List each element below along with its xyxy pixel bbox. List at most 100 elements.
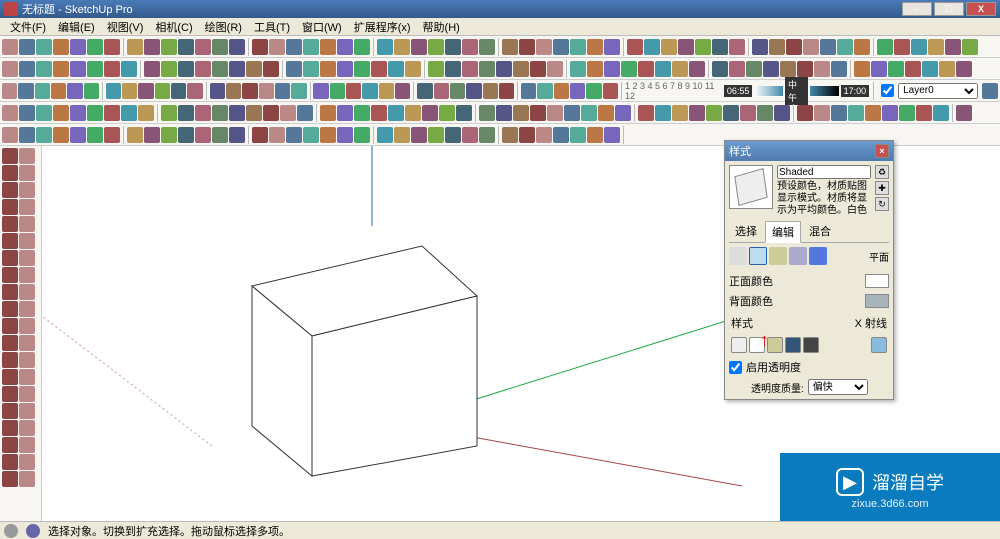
toolbar-button[interactable] — [362, 83, 377, 99]
toolbar-button[interactable] — [945, 39, 961, 55]
toolbar-button[interactable] — [35, 83, 50, 99]
toolbar-button[interactable] — [621, 61, 637, 77]
toolbar-button[interactable] — [570, 83, 585, 99]
toolbar-button[interactable] — [587, 61, 603, 77]
toolbar-button[interactable] — [519, 127, 535, 143]
tool-button[interactable] — [19, 335, 35, 351]
tool-button[interactable] — [19, 301, 35, 317]
toolbar-button[interactable] — [803, 39, 819, 55]
toolbar-button[interactable] — [854, 61, 870, 77]
toolbar-button[interactable] — [212, 61, 228, 77]
toolbar-button[interactable] — [627, 39, 643, 55]
toolbar-button[interactable] — [2, 83, 17, 99]
toolbar-button[interactable] — [450, 83, 465, 99]
toolbar-button[interactable] — [127, 127, 143, 143]
toolbar-button[interactable] — [337, 39, 353, 55]
toolbar-button[interactable] — [297, 105, 313, 121]
toolbar-button[interactable] — [871, 61, 887, 77]
toolbar-button[interactable] — [36, 127, 52, 143]
toolbar-button[interactable] — [19, 127, 35, 143]
toolbar-button[interactable] — [229, 39, 245, 55]
toolbar-button[interactable] — [70, 105, 86, 121]
tool-button[interactable] — [2, 437, 18, 453]
toolbar-button[interactable] — [536, 39, 552, 55]
toolbar-button[interactable] — [877, 39, 893, 55]
toolbar-button[interactable] — [462, 127, 478, 143]
tool-button[interactable] — [2, 216, 18, 232]
toolbar-button[interactable] — [865, 105, 881, 121]
tool-button[interactable] — [19, 267, 35, 283]
toolbar-button[interactable] — [337, 61, 353, 77]
shaded-mode-icon[interactable] — [767, 337, 783, 353]
toolbar-button[interactable] — [603, 83, 618, 99]
toolbar-button[interactable] — [462, 61, 478, 77]
toolbar-button[interactable] — [894, 39, 910, 55]
toolbar-button[interactable] — [2, 61, 18, 77]
tool-button[interactable] — [2, 148, 18, 164]
tool-button[interactable] — [2, 420, 18, 436]
toolbar-button[interactable] — [905, 61, 921, 77]
toolbar-button[interactable] — [313, 83, 328, 99]
toolbar-button[interactable] — [513, 105, 529, 121]
toolbar-button[interactable] — [303, 127, 319, 143]
tool-button[interactable] — [19, 454, 35, 470]
enable-opacity-checkbox[interactable] — [729, 361, 742, 374]
toolbar-button[interactable] — [479, 105, 495, 121]
toolbar-button[interactable] — [537, 83, 552, 99]
minimize-button[interactable]: – — [902, 2, 932, 16]
tool-button[interactable] — [19, 250, 35, 266]
update-style-icon[interactable]: ♻ — [875, 165, 889, 179]
toolbar-button[interactable] — [19, 105, 35, 121]
toolbar-button[interactable] — [729, 61, 745, 77]
toolbar-button[interactable] — [786, 39, 802, 55]
toolbar-button[interactable] — [428, 127, 444, 143]
toolbar-button[interactable] — [388, 61, 404, 77]
toolbar-button[interactable] — [672, 105, 688, 121]
toolbar-button[interactable] — [104, 105, 120, 121]
front-color-swatch[interactable] — [865, 274, 889, 288]
toolbar-button[interactable] — [246, 105, 262, 121]
toolbar-button[interactable] — [598, 105, 614, 121]
menu-tools[interactable]: 工具(T) — [248, 17, 296, 37]
tool-button[interactable] — [19, 403, 35, 419]
toolbar-button[interactable] — [161, 127, 177, 143]
toolbar-button[interactable] — [553, 127, 569, 143]
toolbar-button[interactable] — [121, 61, 137, 77]
background-settings-icon[interactable] — [769, 247, 787, 265]
toolbar-button[interactable] — [814, 61, 830, 77]
toolbar-button[interactable] — [604, 127, 620, 143]
toolbar-button[interactable] — [320, 127, 336, 143]
panel-titlebar[interactable]: 样式 × — [725, 141, 893, 161]
toolbar-button[interactable] — [604, 39, 620, 55]
toolbar-button[interactable] — [122, 83, 137, 99]
toolbar-button[interactable] — [797, 105, 813, 121]
toolbar-button[interactable] — [661, 39, 677, 55]
toolbar-button[interactable] — [252, 39, 268, 55]
toolbar-button[interactable] — [51, 83, 66, 99]
toolbar-button[interactable] — [269, 39, 285, 55]
toolbar-button[interactable] — [521, 83, 536, 99]
toolbar-button[interactable] — [212, 127, 228, 143]
toolbar-button[interactable] — [536, 127, 552, 143]
toolbar-button[interactable] — [286, 39, 302, 55]
toolbar-button[interactable] — [428, 39, 444, 55]
toolbar-button[interactable] — [638, 105, 654, 121]
toolbar-button[interactable] — [178, 127, 194, 143]
tool-button[interactable] — [19, 352, 35, 368]
toolbar-button[interactable] — [644, 39, 660, 55]
toolbar-button[interactable] — [354, 61, 370, 77]
toolbar-button[interactable] — [483, 83, 498, 99]
toolbar-button[interactable] — [445, 61, 461, 77]
toolbar-button[interactable] — [354, 39, 370, 55]
toolbar-button[interactable] — [928, 39, 944, 55]
toolbar-button[interactable] — [187, 83, 202, 99]
toolbar-button[interactable] — [695, 39, 711, 55]
toolbar-button[interactable] — [195, 127, 211, 143]
toolbar-button[interactable] — [689, 61, 705, 77]
toolbar-button[interactable] — [84, 83, 99, 99]
toolbar-button[interactable] — [587, 127, 603, 143]
tool-button[interactable] — [2, 301, 18, 317]
toolbar-button[interactable] — [53, 61, 69, 77]
status-icon[interactable] — [4, 524, 18, 538]
toolbar-button[interactable] — [18, 83, 33, 99]
